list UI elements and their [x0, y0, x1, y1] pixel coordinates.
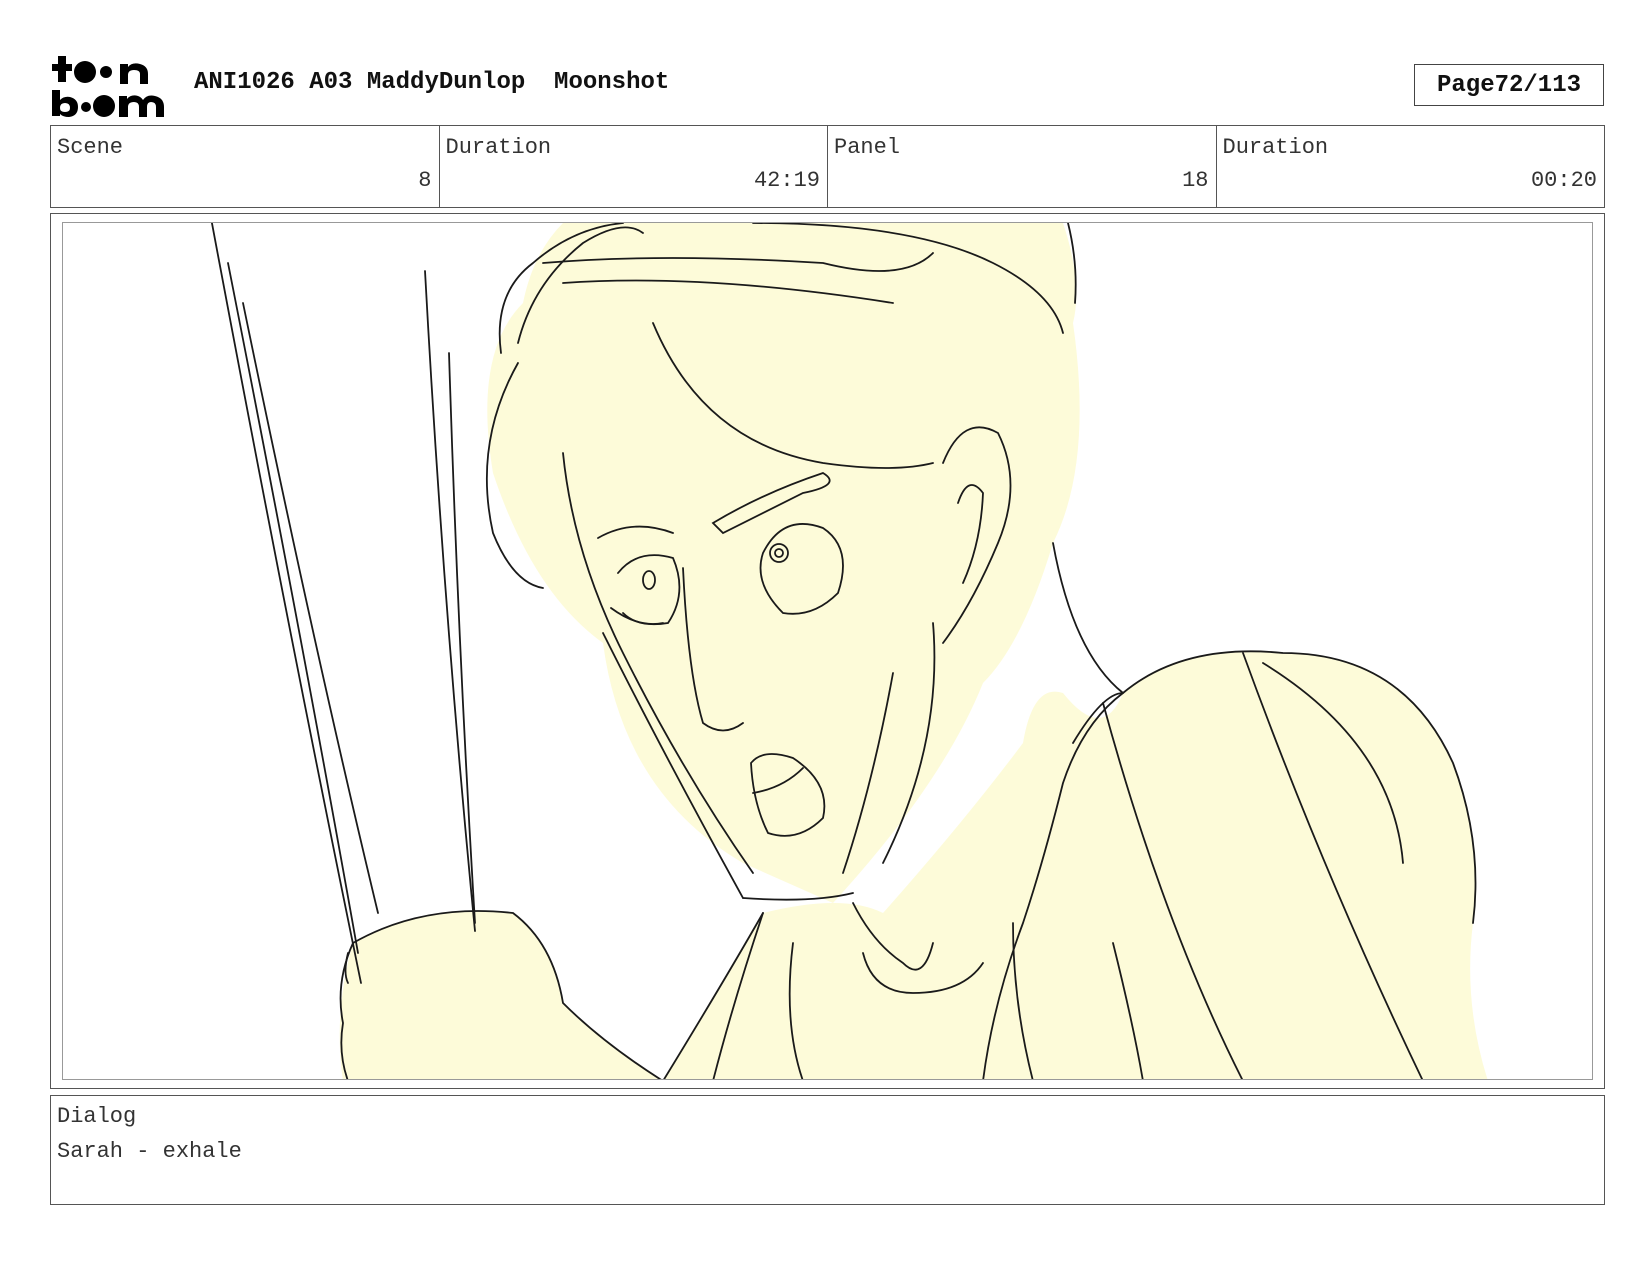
fist-fill	[339, 911, 660, 1079]
panel-duration-label: Duration	[1222, 135, 1329, 160]
page-indicator: Page 72/113	[1414, 64, 1604, 106]
scene-cell: Scene 8	[51, 126, 440, 207]
scene-duration-cell: Duration 42:19	[440, 126, 828, 207]
dialog-box: Dialog Sarah - exhale	[50, 1095, 1605, 1205]
scene-label: Scene	[57, 135, 124, 160]
back-line	[1052, 542, 1124, 694]
info-row: Scene 8 Duration 42:19 Panel 18 Duration…	[50, 125, 1605, 208]
panel-value: 18	[1182, 168, 1209, 193]
panel-label: Panel	[834, 135, 901, 160]
panel-frame	[50, 213, 1605, 1089]
blade-line	[227, 262, 359, 954]
storyboard-sketch	[211, 223, 1488, 1079]
panel-cell: Panel 18	[828, 126, 1217, 207]
toonboom-logo	[52, 56, 164, 117]
scene-duration-label: Duration	[445, 135, 552, 160]
scene-duration-value: 42:19	[753, 168, 820, 193]
page-number: 72/113	[1494, 71, 1582, 99]
page-label: Page	[1436, 71, 1495, 99]
sketch-color-fill	[339, 223, 1488, 1079]
blade-line	[242, 302, 379, 914]
dialog-text: Sarah - exhale	[57, 1139, 242, 1164]
blade-line	[448, 352, 476, 924]
panel-duration-cell: Duration 00:20	[1217, 126, 1605, 207]
panel-duration-value: 00:20	[1530, 168, 1597, 193]
storyboard-title: ANI1026 A03 MaddyDunlop Moonshot	[194, 69, 670, 96]
scene-value: 8	[418, 168, 432, 193]
panel-drawing-area	[62, 222, 1593, 1080]
dialog-label: Dialog	[57, 1104, 137, 1129]
blade-line	[211, 223, 362, 984]
